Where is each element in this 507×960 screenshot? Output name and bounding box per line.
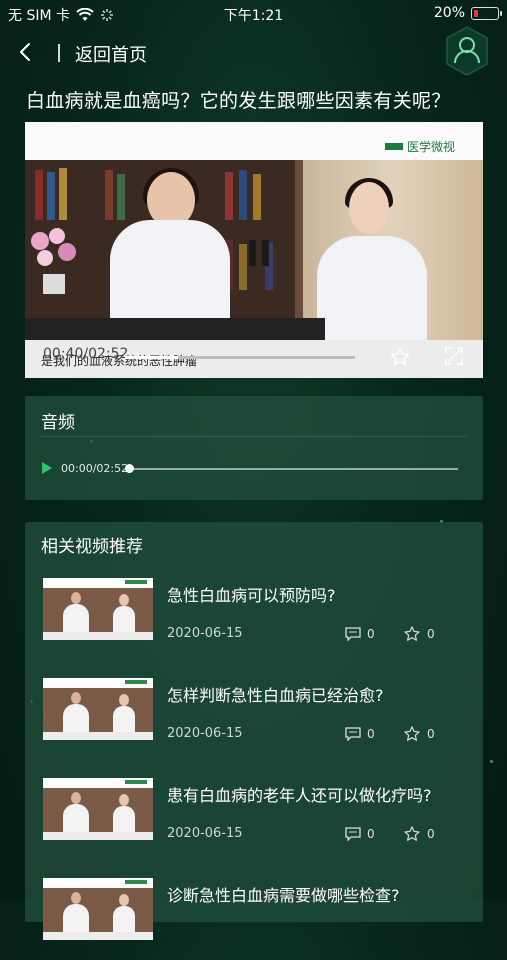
comment-icon[interactable]: [345, 727, 361, 741]
video-time: 00:40/02:52: [43, 346, 129, 362]
nav-divider: [58, 44, 60, 62]
fullscreen-icon[interactable]: [445, 347, 463, 365]
audio-progress-bar[interactable]: [129, 468, 458, 470]
item-date: 2020-06-15: [167, 626, 243, 641]
comment-icon[interactable]: [345, 627, 361, 641]
item-title[interactable]: 患有白血病的老年人还可以做化疗吗?: [167, 782, 432, 806]
battery-level: [474, 9, 478, 17]
item-date: 2020-06-15: [167, 826, 243, 841]
related-item[interactable]: 急性白血病可以预防吗? 2020-06-15 0 0: [41, 570, 471, 660]
comment-count: 0: [367, 727, 375, 741]
star-count: 0: [427, 827, 435, 841]
comment-icon[interactable]: [345, 827, 361, 841]
item-title[interactable]: 急性白血病可以预防吗?: [167, 582, 336, 606]
star-icon[interactable]: [389, 346, 411, 368]
pause-icon[interactable]: [249, 240, 271, 266]
video-progress-bar[interactable]: [125, 356, 355, 359]
related-title: 相关视频推荐: [41, 537, 143, 557]
status-bar: 无 SIM 卡 下午1:21 20%: [0, 0, 507, 28]
video-thumbnail[interactable]: [43, 878, 153, 940]
brand-name: 医学微视: [406, 140, 455, 154]
star-count: 0: [427, 627, 435, 641]
battery-icon: [471, 6, 502, 20]
audio-progress-handle[interactable]: [125, 464, 134, 473]
brand-logo-icon: [384, 143, 403, 150]
video-header: 医学微视: [25, 122, 483, 160]
star-icon[interactable]: [403, 725, 421, 743]
comment-count: 0: [367, 627, 375, 641]
article-title: 白血病就是血癌吗？它的发生跟哪些因素有关呢？: [26, 90, 451, 112]
item-title[interactable]: 怎样判断急性白血病已经治愈?: [167, 682, 384, 706]
play-icon[interactable]: [41, 462, 53, 474]
star-icon[interactable]: [403, 825, 421, 843]
video-controls: 是我们的血液系统的恶性肿瘤 00:40/02:52: [25, 340, 483, 378]
item-title[interactable]: 诊断急性白血病需要做哪些检查?: [167, 882, 400, 906]
divider: [41, 436, 467, 437]
comment-count: 0: [367, 827, 375, 841]
battery-percent: 20%: [433, 5, 465, 21]
star-count: 0: [427, 727, 435, 741]
status-time: 下午1:21: [223, 8, 284, 24]
item-date: 2020-06-15: [167, 726, 243, 741]
back-home-link[interactable]: 返回首页: [75, 41, 147, 67]
chevron-left-icon[interactable]: [14, 40, 38, 64]
video-brand: 医学微视: [384, 138, 455, 155]
audio-title: 音频: [41, 413, 75, 433]
related-videos-panel: 相关视频推荐 急性白血病可以预防吗? 2020-06-15 0 0 怎样判断急性…: [25, 522, 483, 940]
related-item[interactable]: 诊断急性白血病需要做哪些检查?: [41, 870, 471, 960]
star-icon[interactable]: [403, 625, 421, 643]
video-thumbnail[interactable]: [43, 678, 153, 740]
related-item[interactable]: 怎样判断急性白血病已经治愈? 2020-06-15 0 0: [41, 670, 471, 760]
video-thumbnail[interactable]: [43, 578, 153, 640]
nav-bar: 返回首页: [0, 26, 507, 76]
audio-panel: 音频 00:00/02:52: [25, 396, 483, 500]
user-icon[interactable]: [445, 26, 489, 76]
video-thumbnail[interactable]: [43, 778, 153, 840]
flowers-icon: [31, 228, 76, 294]
status-right: 20%: [433, 5, 502, 21]
audio-time: 00:00/02:52: [61, 462, 129, 475]
video-player[interactable]: 医学微视 是我们的血液系统的恶性肿瘤 00:40/02:52: [25, 122, 483, 378]
related-item[interactable]: 患有白血病的老年人还可以做化疗吗? 2020-06-15 0 0: [41, 770, 471, 860]
